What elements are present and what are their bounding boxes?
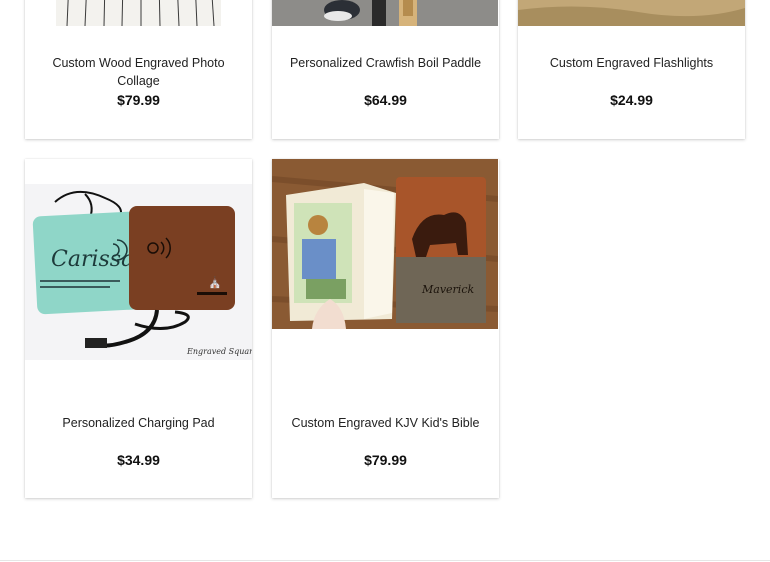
product-title[interactable]: Personalized Crawfish Boil Paddle xyxy=(284,54,487,72)
product-title[interactable]: Custom Engraved Flashlights xyxy=(530,54,733,72)
svg-text:Engraved Square: Engraved Square xyxy=(186,347,252,356)
section-divider xyxy=(0,560,770,561)
product-price: $24.99 xyxy=(610,92,653,108)
product-card[interactable]: Personalized Crawfish Boil Paddle $64.99 xyxy=(272,0,499,139)
product-card[interactable]: Custom Engraved Flashlights $24.99 xyxy=(518,0,745,139)
product-card[interactable]: Custom Wood Engraved Photo Collage $79.9… xyxy=(25,0,252,139)
engraved-flashlight-image xyxy=(518,0,745,26)
product-price: $79.99 xyxy=(117,92,160,108)
svg-text:⛪: ⛪ xyxy=(208,275,222,289)
product-title[interactable]: Personalized Charging Pad xyxy=(37,414,240,432)
product-image[interactable] xyxy=(518,0,745,26)
product-card[interactable]: Carissa ⛪ Engraved Square Personalized C… xyxy=(25,159,252,498)
charging-pad-image: Carissa ⛪ Engraved Square xyxy=(25,184,252,360)
product-image[interactable] xyxy=(272,0,499,26)
svg-text:Maverick: Maverick xyxy=(421,283,474,296)
product-image[interactable]: Maverick xyxy=(272,159,499,329)
product-price: $64.99 xyxy=(364,92,407,108)
crawfish-paddle-image xyxy=(272,0,498,26)
product-card[interactable]: Maverick Custom Engraved KJV Kid's Bible… xyxy=(272,159,499,498)
product-title[interactable]: Custom Engraved KJV Kid's Bible xyxy=(284,414,487,432)
product-image[interactable] xyxy=(25,0,252,26)
kids-bible-image: Maverick xyxy=(272,159,499,329)
product-price: $79.99 xyxy=(364,452,407,468)
product-price: $34.99 xyxy=(117,452,160,468)
product-image[interactable]: Carissa ⛪ Engraved Square xyxy=(25,184,252,360)
wood-photo-collage-image xyxy=(56,0,221,26)
product-title[interactable]: Custom Wood Engraved Photo Collage xyxy=(37,54,240,90)
